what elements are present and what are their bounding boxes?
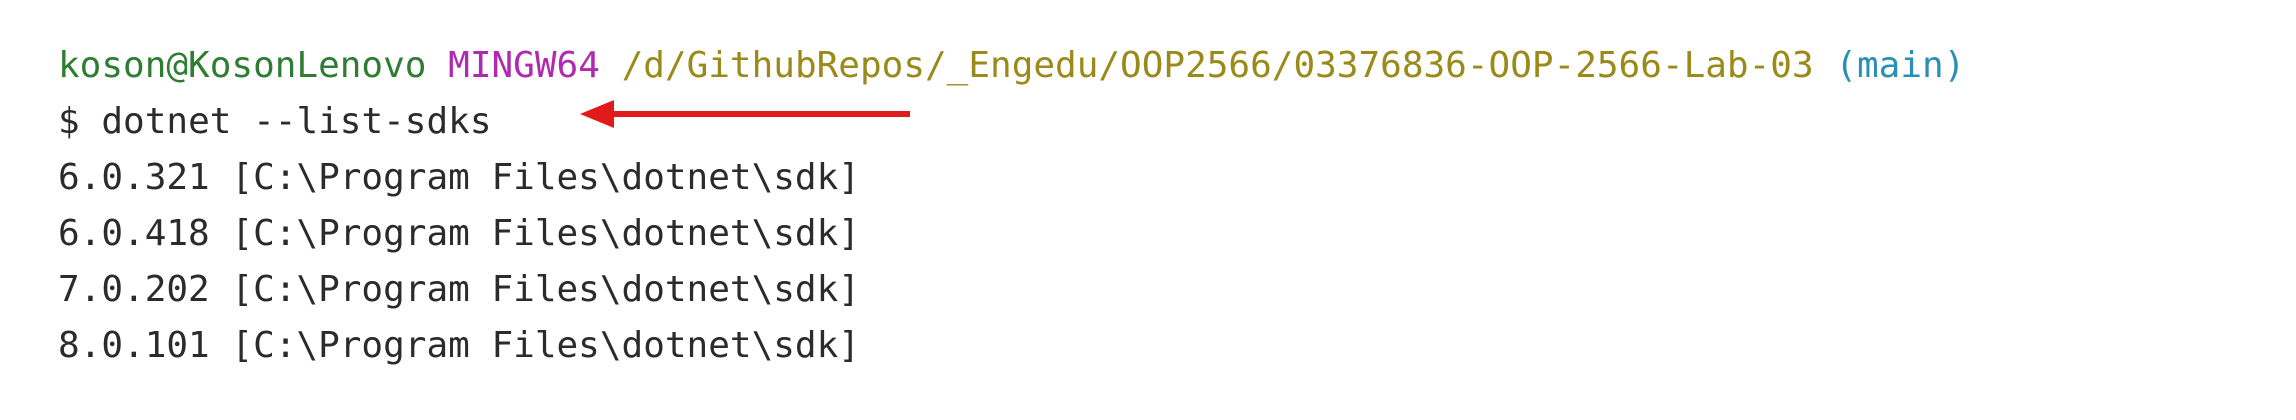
command-line: $ dotnet --list-sdks: [58, 94, 492, 150]
prompt-user-host: koson@KosonLenovo: [58, 45, 427, 86]
prompt-symbol: $: [58, 101, 80, 142]
output-line: 8.0.101 [C:\Program Files\dotnet\sdk]: [58, 325, 860, 366]
output-line: 7.0.202 [C:\Program Files\dotnet\sdk]: [58, 269, 860, 310]
command-text: dotnet --list-sdks: [101, 101, 492, 142]
prompt-branch: (main): [1835, 45, 1966, 86]
output-line: 6.0.321 [C:\Program Files\dotnet\sdk]: [58, 157, 860, 198]
output-line: 6.0.418 [C:\Program Files\dotnet\sdk]: [58, 213, 860, 254]
terminal-window[interactable]: koson@KosonLenovo MINGW64 /d/GithubRepos…: [0, 0, 2296, 420]
prompt-env: MINGW64: [448, 45, 600, 86]
prompt-path: /d/GithubRepos/_Engedu/OOP2566/03376836-…: [621, 45, 1814, 86]
prompt-line: koson@KosonLenovo MINGW64 /d/GithubRepos…: [58, 38, 1965, 94]
left-arrow-icon: [580, 100, 910, 128]
